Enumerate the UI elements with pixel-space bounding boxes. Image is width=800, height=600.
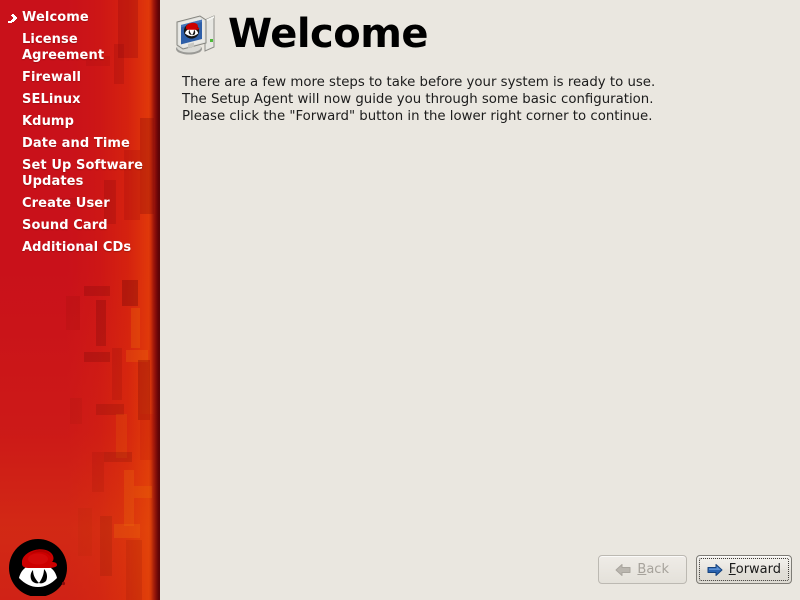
back-label-rest: ack — [646, 562, 669, 577]
sidebar-item-label: Set Up Software Updates — [22, 158, 143, 189]
forward-button[interactable]: Forward — [695, 555, 792, 584]
arrow-right-icon — [707, 563, 723, 577]
page-title: Welcome — [228, 11, 429, 57]
arrow-left-icon — [615, 563, 631, 577]
navigation-button-bar: Back Forward — [597, 555, 792, 584]
sidebar: Welcome License Agreement Firewall SELin… — [0, 0, 160, 600]
sidebar-item-create-user[interactable]: Create User — [0, 193, 160, 215]
sidebar-item-additional-cds[interactable]: Additional CDs — [0, 237, 160, 259]
sidebar-item-label: Create User — [22, 196, 110, 211]
sidebar-nav-list: Welcome License Agreement Firewall SELin… — [0, 0, 160, 259]
sidebar-item-label: Date and Time — [22, 136, 130, 151]
sidebar-item-set-up-software-updates[interactable]: Set Up Software Updates — [0, 155, 160, 193]
sidebar-item-firewall[interactable]: Firewall — [0, 67, 160, 89]
forward-button-label: Forward — [729, 562, 781, 577]
page-header: Welcome — [174, 11, 429, 57]
sidebar-item-date-and-time[interactable]: Date and Time — [0, 133, 160, 155]
sidebar-item-sound-card[interactable]: Sound Card — [0, 215, 160, 237]
sidebar-item-selinux[interactable]: SELinux — [0, 89, 160, 111]
sidebar-item-label: License Agreement — [22, 32, 105, 63]
sidebar-item-kdump[interactable]: Kdump — [0, 111, 160, 133]
back-mnemonic: B — [637, 562, 647, 577]
sidebar-item-label: Welcome — [22, 10, 89, 25]
sidebar-item-label: Kdump — [22, 114, 74, 129]
red-hat-shadowman-logo — [8, 538, 70, 597]
computer-redhat-icon — [174, 12, 220, 56]
sidebar-item-label: Sound Card — [22, 218, 108, 233]
sidebar-item-label: SELinux — [22, 92, 81, 107]
back-button-label: Back — [637, 562, 669, 577]
setup-agent-window: Welcome License Agreement Firewall SELin… — [0, 0, 800, 600]
forward-mnemonic: F — [728, 562, 736, 577]
sidebar-item-label: Additional CDs — [22, 240, 132, 255]
sidebar-item-label: Firewall — [22, 70, 82, 85]
sidebar-item-welcome[interactable]: Welcome — [0, 7, 160, 29]
content-pane: Welcome There are a few more steps to ta… — [160, 0, 800, 600]
arrow-right-bullet-icon — [8, 12, 17, 23]
forward-label-rest: orward — [735, 562, 781, 577]
sidebar-item-license-agreement[interactable]: License Agreement — [0, 29, 160, 67]
welcome-description-text: There are a few more steps to take befor… — [182, 75, 656, 124]
back-button[interactable]: Back — [597, 555, 687, 584]
